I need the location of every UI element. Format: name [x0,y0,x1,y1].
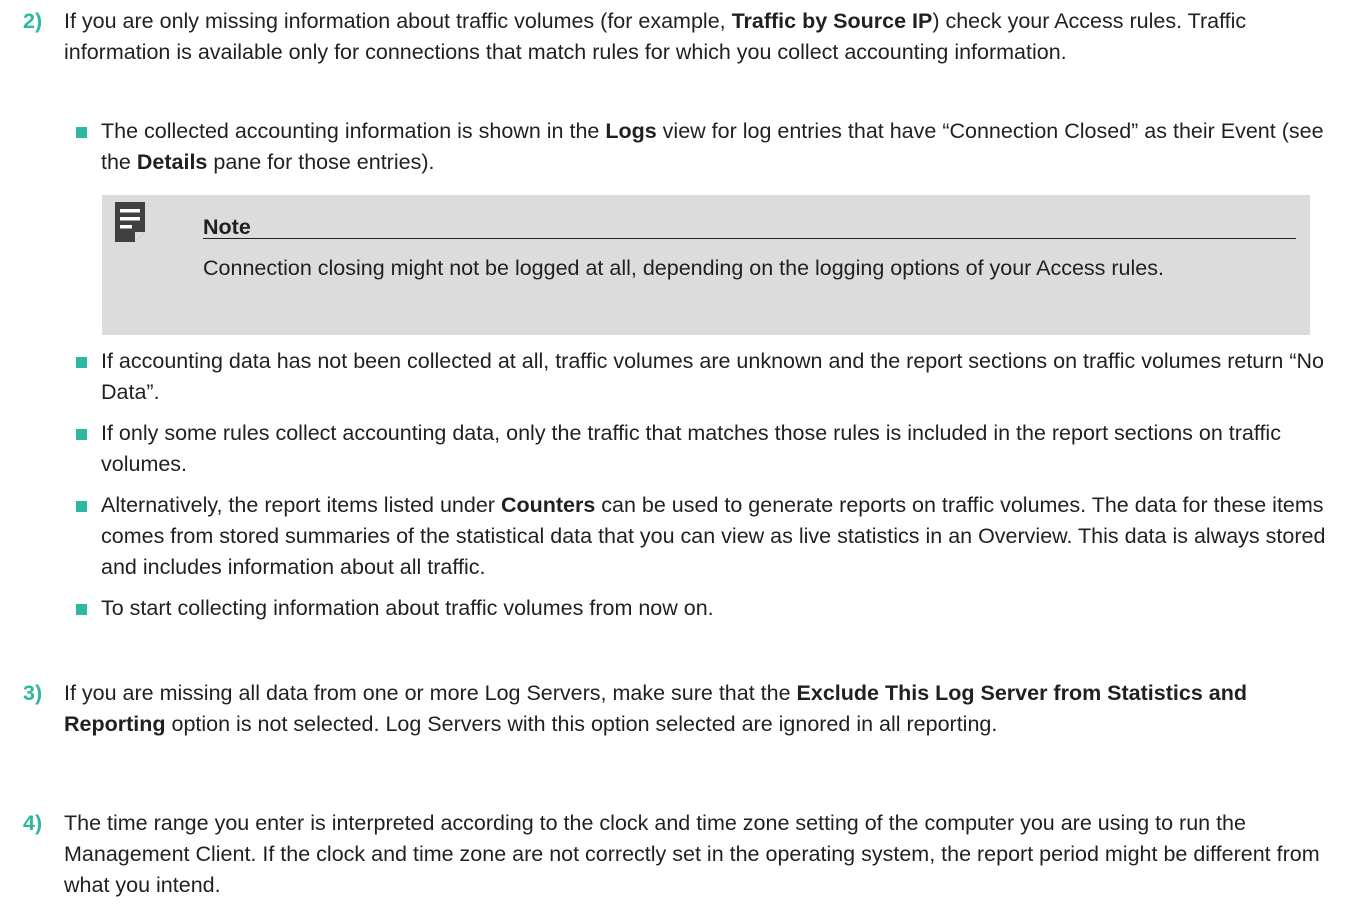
note-icon [115,202,145,242]
list-item: If accounting data has not been collecte… [76,346,1341,408]
list-item-text: To start collecting information about tr… [101,596,714,620]
document-page: 2) If you are only missing information a… [0,0,1367,914]
bullet-list: The collected accounting information is … [76,116,1341,178]
list-item-text: If only some rules collect accounting da… [101,421,1281,476]
bold-term: Counters [500,493,596,517]
bullet-square-icon [76,357,87,368]
step-2: 2) If you are only missing information a… [23,6,1324,68]
note-body: Connection closing might not be logged a… [203,256,1164,280]
bold-term: Traffic by Source IP [731,9,933,33]
step-text: The time range you enter is interpreted … [64,811,1320,897]
step-number: 4) [23,811,43,835]
bold-term: Logs [605,119,657,143]
list-item: To start collecting information about tr… [76,593,1341,624]
list-item: If only some rules collect accounting da… [76,418,1341,480]
step-text: option is not selected. Log Servers with… [165,712,998,736]
note-divider [203,238,1296,239]
bullet-square-icon [76,604,87,615]
step-number: 3) [23,681,43,705]
bullet-list: If accounting data has not been collecte… [76,346,1341,624]
note-box: Note Connection closing might not be log… [102,195,1310,335]
list-item-text: If accounting data has not been collecte… [101,349,1325,404]
step-4: 4) The time range you enter is interpret… [23,808,1324,901]
bold-term: Details [136,150,208,174]
bullet-square-icon [76,501,87,512]
list-item-text: Alternatively, the report items listed u… [101,493,501,517]
step-3: 3) If you are missing all data from one … [23,678,1324,740]
bullet-square-icon [76,127,87,138]
step-text: If you are missing all data from one or … [64,681,797,705]
step-number: 2) [23,9,43,33]
list-item: The collected accounting information is … [76,116,1341,178]
step-text: If you are only missing information abou… [64,9,732,33]
list-item-text: The collected accounting information is … [101,119,606,143]
list-item-text: pane for those entries). [207,150,435,174]
bullet-square-icon [76,429,87,440]
list-item: Alternatively, the report items listed u… [76,490,1341,583]
